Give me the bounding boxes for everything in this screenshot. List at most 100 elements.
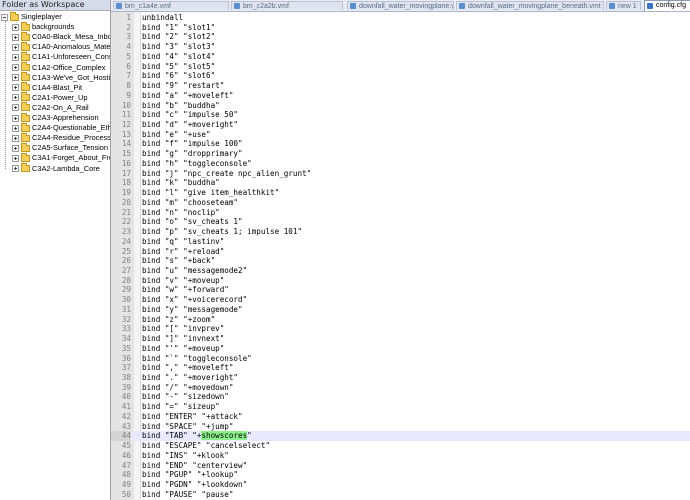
line-number: 44 (111, 431, 131, 442)
tab-2[interactable]: downfall_water_movingplane.vmt (347, 1, 454, 10)
code-line[interactable]: 48 bind "PGUP" "+lookup" (111, 470, 690, 480)
code-line[interactable]: 35 bind "'" "+moveup" (111, 344, 690, 354)
code-line[interactable]: 23 bind "p" "sv_cheats 1; impulse 101" (111, 227, 690, 237)
code-line[interactable]: 7 bind "6" "slot6" (111, 71, 690, 81)
code-line[interactable]: 30 bind "x" "+voicerecord" (111, 295, 690, 305)
folder-label: C1A0-Anomalous_Materials (32, 42, 111, 52)
code-line[interactable]: 13 bind "e" "+use" (111, 130, 690, 140)
code-line[interactable]: 32 bind "z" "+zoom" (111, 315, 690, 325)
tree-folder-item[interactable]: C3A1-Forget_About_Freeman (12, 152, 110, 163)
code-line[interactable]: 1 unbindall (111, 13, 690, 23)
tree-folder-item[interactable]: C2A4-Residue_Processing (12, 132, 110, 143)
code-line[interactable]: 22 bind "o" "sv_cheats 1" (111, 217, 690, 227)
tab-0[interactable]: bm_c1a4e.vmf (113, 1, 229, 10)
expand-icon[interactable] (12, 154, 19, 162)
code-line[interactable]: 3 bind "2" "slot2" (111, 32, 690, 42)
code-line[interactable]: 17 bind "j" "npc_create npc_alien_grunt" (111, 169, 690, 179)
expand-icon[interactable] (12, 134, 19, 142)
tree-folder-item[interactable]: C1A1-Unforeseen_Consequences (12, 51, 110, 62)
code-line[interactable]: 29 bind "w" "+forward" (111, 285, 690, 295)
tree-folder-item[interactable]: C1A3-We've_Got_Hostiles (12, 72, 110, 83)
code-line[interactable]: 16 bind "h" "toggleconsole" (111, 159, 690, 169)
code-line[interactable]: 38 bind "." "+moveright" (111, 373, 690, 383)
expand-icon[interactable] (12, 84, 19, 92)
code-line[interactable]: 9 bind "a" "+moveleft" (111, 91, 690, 101)
code-line[interactable]: 10 bind "b" "buddha" (111, 101, 690, 111)
code-line[interactable]: 50 bind "PAUSE" "pause" (111, 490, 690, 500)
expand-icon[interactable] (12, 74, 19, 82)
tab-5[interactable]: config.cfg× (644, 0, 690, 11)
expand-icon[interactable] (12, 124, 19, 132)
folder-label: C0A0-Black_Mesa_Inbound (32, 32, 111, 42)
line-text: bind "," "+moveleft" (142, 363, 234, 373)
line-text: bind "ENTER" "+attack" (142, 411, 243, 421)
code-line[interactable]: 41 bind "=" "sizeup" (111, 402, 690, 412)
line-text: bind "x" "+voicerecord" (142, 295, 248, 305)
code-line[interactable]: 15 bind "g" "dropprimary" (111, 149, 690, 159)
tab-4[interactable]: new 1 (606, 1, 641, 10)
tree-folder-item[interactable]: C2A2-On_A_Rail (12, 102, 89, 113)
line-number: 46 (121, 450, 131, 460)
code-line[interactable]: 47 bind "END" "centerview" (111, 461, 690, 471)
tree-folder-item[interactable]: backgrounds (12, 21, 74, 32)
expand-icon[interactable] (12, 64, 19, 72)
code-editor[interactable]: 1 unbindall 2 bind "1" "slot1" 3 bind "2" "sl… (111, 12, 690, 500)
code-line[interactable]: 11 bind "c" "impulse 50" (111, 110, 690, 120)
code-line[interactable]: 44 bind "TAB" "+showscores" (111, 431, 690, 442)
code-line[interactable]: 28 bind "v" "+moveup" (111, 276, 690, 286)
code-line[interactable]: 21 bind "n" "noclip" (111, 208, 690, 218)
code-line[interactable]: 49 bind "PGDN" "+lookdown" (111, 480, 690, 490)
expand-icon[interactable] (12, 104, 19, 112)
tree-folder-item[interactable]: C1A2-Office_Complex (12, 62, 105, 73)
code-line[interactable]: 18 bind "k" "buddha" (111, 178, 690, 188)
code-line[interactable]: 39 bind "/" "+movedown" (111, 383, 690, 393)
expand-icon[interactable] (12, 165, 19, 173)
tree-folder-item[interactable]: C1A0-Anomalous_Materials (12, 41, 111, 52)
code-line[interactable]: 14 bind "f" "impulse 100" (111, 139, 690, 149)
code-line[interactable]: 40 bind "-" "sizedown" (111, 392, 690, 402)
code-line[interactable]: 37 bind "," "+moveleft" (111, 363, 690, 373)
tree-folder-item[interactable]: C0A0-Black_Mesa_Inbound (12, 31, 111, 42)
code-line[interactable]: 24 bind "q" "lastinv" (111, 237, 690, 247)
code-line[interactable]: 42 bind "ENTER" "+attack" (111, 412, 690, 422)
code-line[interactable]: 27 bind "u" "messagemode2" (111, 266, 690, 276)
expand-icon[interactable] (12, 114, 19, 122)
tree-folder-item[interactable]: C1A4-Blast_Pit (12, 82, 82, 93)
expand-icon[interactable] (12, 94, 19, 102)
code-line[interactable]: 4 bind "3" "slot3" (111, 42, 690, 52)
expand-icon[interactable] (12, 33, 19, 41)
tree-folder-item[interactable]: C3A2-Lambda_Core (12, 163, 100, 174)
tree-folder-item[interactable]: C2A5-Surface_Tension (12, 142, 108, 153)
tab-3[interactable]: downfall_water_movingplane_beneath.vmt (456, 1, 604, 10)
code-line[interactable]: 36 bind "`" "toggleconsole" (111, 354, 690, 364)
code-line[interactable]: 12 bind "d" "+moveright" (111, 120, 690, 130)
expand-icon[interactable] (12, 23, 19, 31)
expand-icon[interactable] (12, 43, 19, 51)
code-line[interactable]: 6 bind "5" "slot5" (111, 62, 690, 72)
code-line[interactable]: 45 bind "ESCAPE" "cancelselect" (111, 441, 690, 451)
code-line[interactable]: 5 bind "4" "slot4" (111, 52, 690, 62)
code-line[interactable]: 31 bind "y" "messagemode" (111, 305, 690, 315)
code-line[interactable]: 2 bind "1" "slot1" (111, 23, 690, 33)
folder-label: C3A2-Lambda_Core (32, 163, 100, 173)
code-line[interactable]: 33 bind "[" "invprev" (111, 324, 690, 334)
folder-label: C2A3-Apprehension (32, 113, 99, 122)
code-line[interactable]: 19 bind "l" "give item_healthkit" (111, 188, 690, 198)
code-line[interactable]: 34 bind "]" "invnext" (111, 334, 690, 344)
expand-icon[interactable] (12, 144, 19, 152)
code-line[interactable]: 26 bind "s" "+back" (111, 256, 690, 266)
code-line[interactable]: 20 bind "m" "chooseteam" (111, 198, 690, 208)
expand-icon[interactable] (12, 53, 19, 61)
tab-1[interactable]: bm_c2a2b.vmf (231, 1, 343, 10)
code-line[interactable]: 8 bind "9" "restart" (111, 81, 690, 91)
tree-root-singleplayer[interactable]: Singleplayer (1, 11, 62, 22)
code-line[interactable]: 46 bind "INS" "+klook" (111, 451, 690, 461)
tree-folder-item[interactable]: C2A1-Power_Up (12, 92, 87, 103)
collapse-icon[interactable] (1, 13, 8, 21)
tree-folder-item[interactable]: C2A3-Apprehension (12, 112, 99, 123)
code-line[interactable]: 43 bind "SPACE" "+jump" (111, 422, 690, 432)
tree-folder-item[interactable]: C2A4-Questionable_Ethics (12, 122, 110, 133)
code-line[interactable]: 25 bind "r" "+reload" (111, 247, 690, 257)
line-number: 37 (121, 363, 131, 373)
folder-icon (21, 21, 30, 31)
